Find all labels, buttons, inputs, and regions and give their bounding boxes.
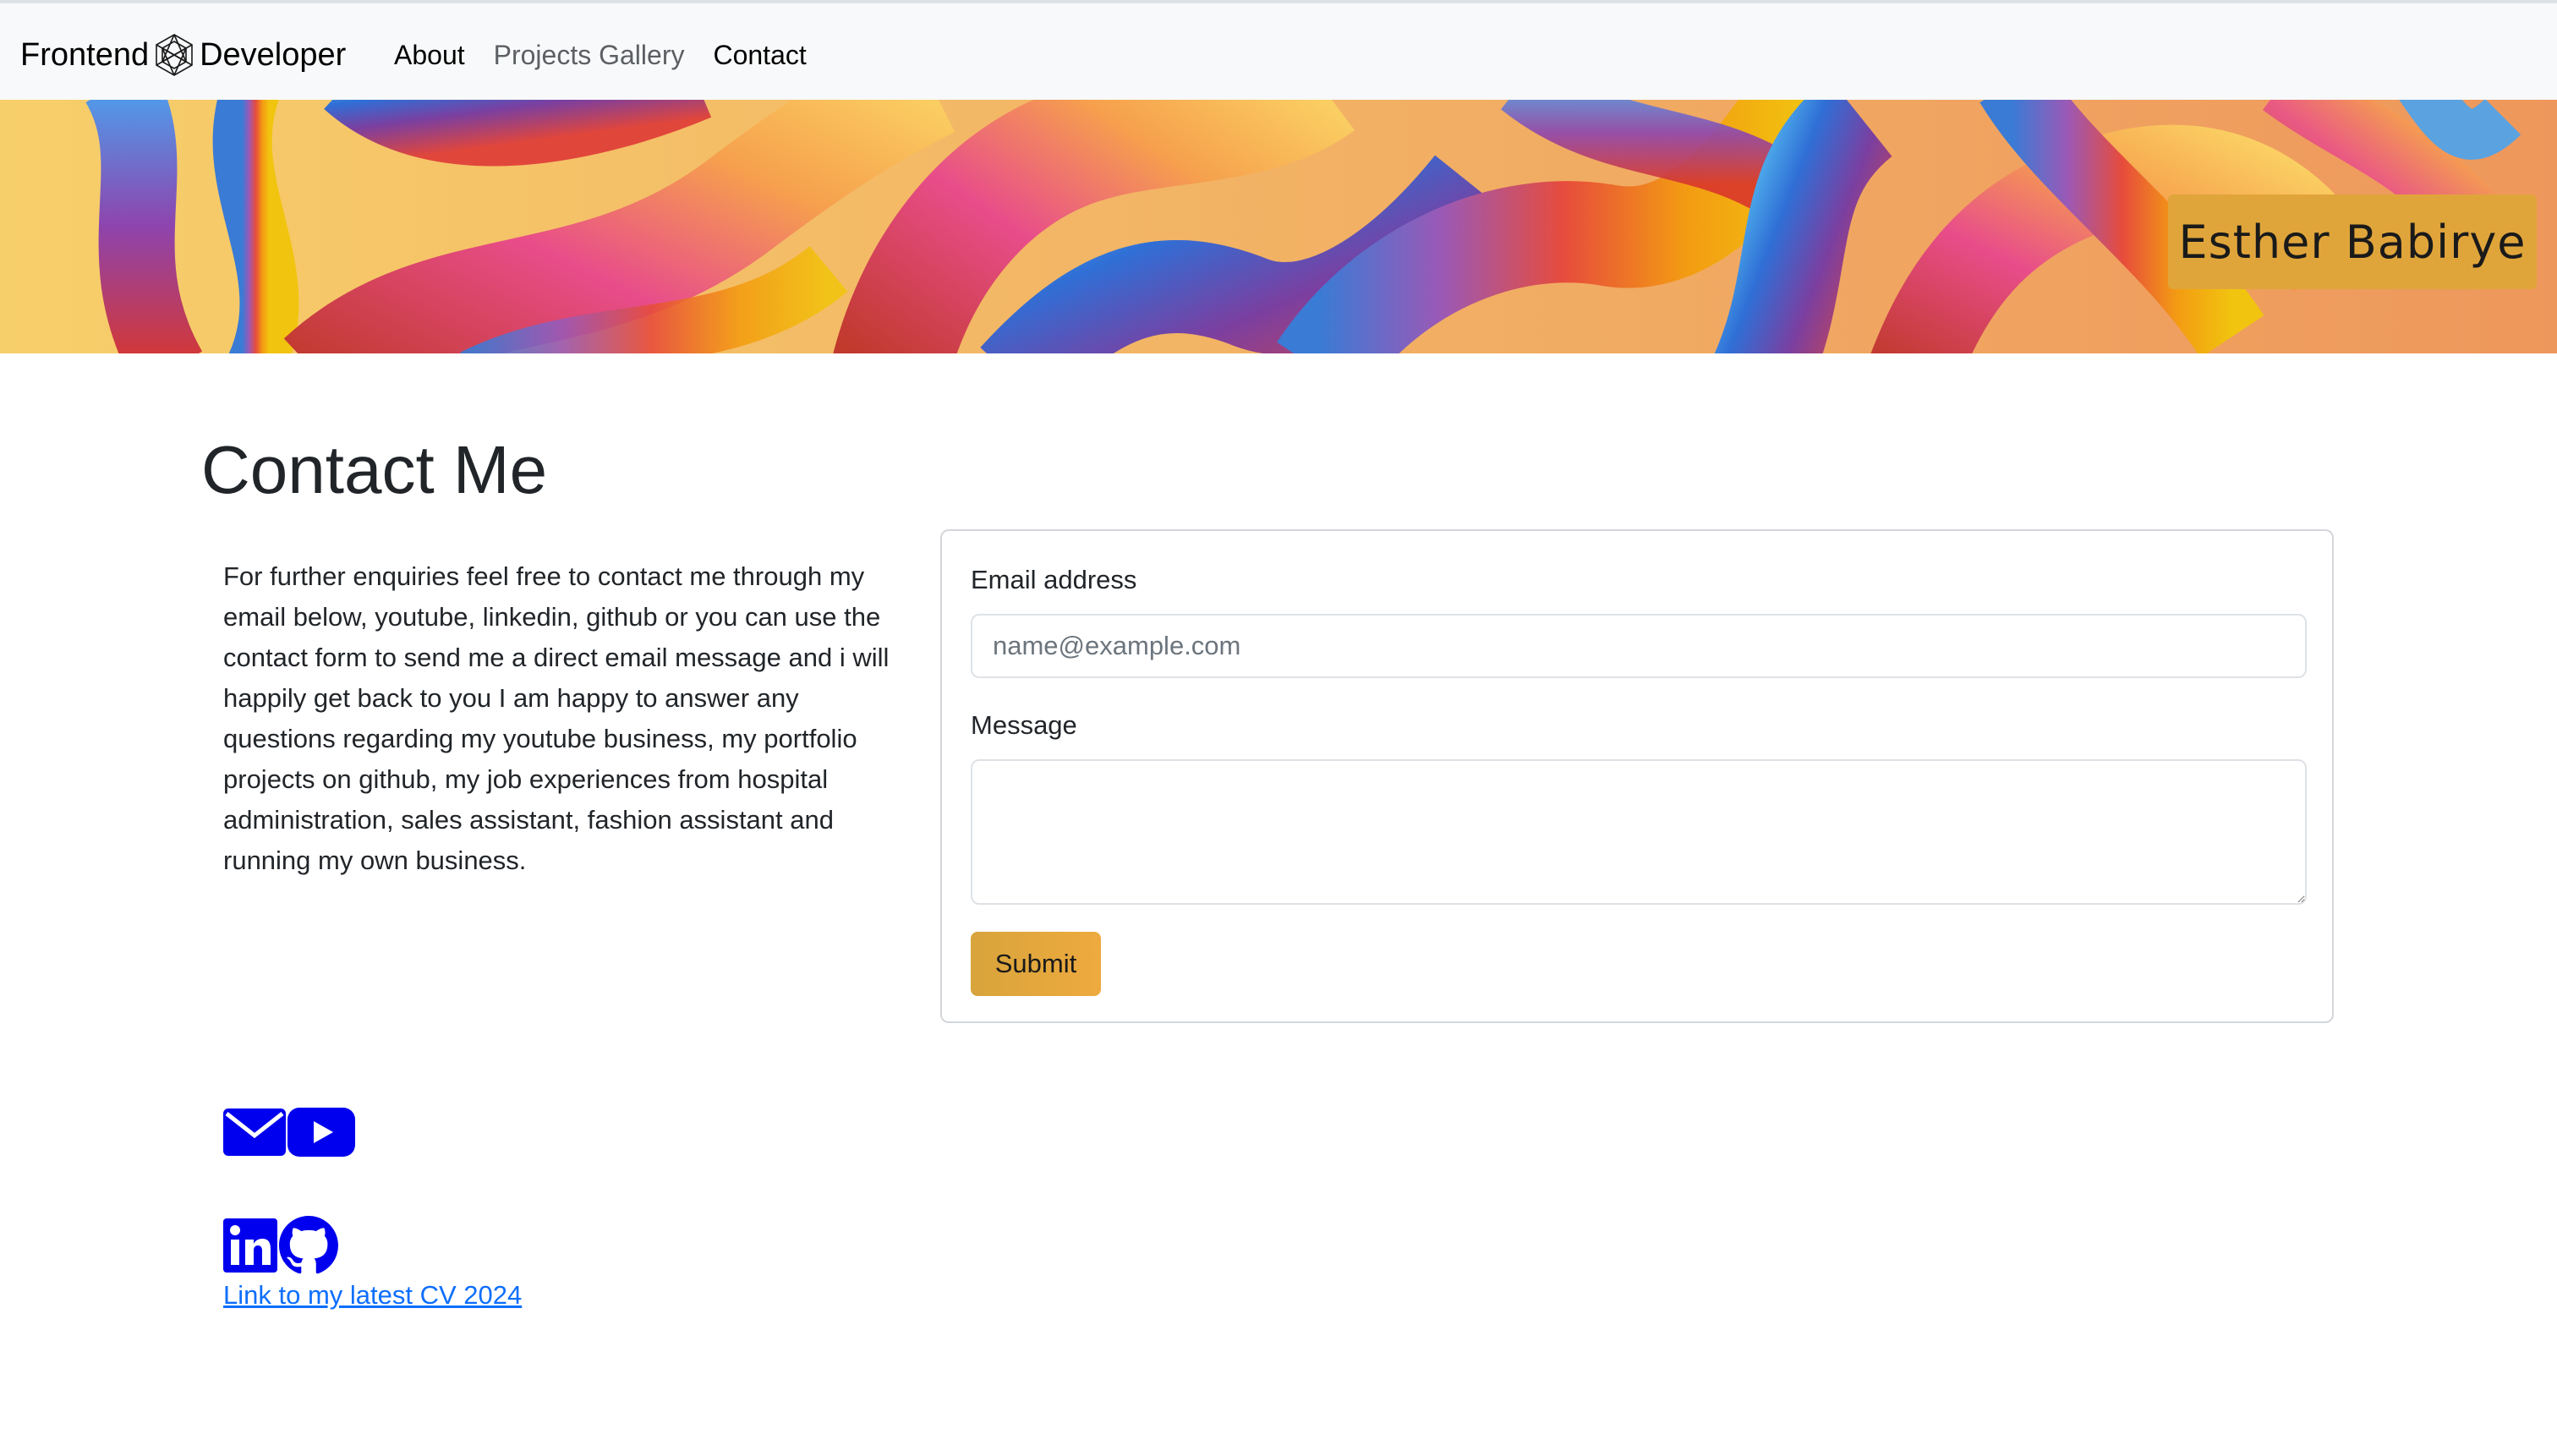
navbar: Frontend Developer About Projects Galler… <box>0 0 2557 100</box>
submit-button[interactable]: Submit <box>971 932 1101 996</box>
message-field[interactable] <box>971 759 2307 905</box>
hero-banner: Esther Babirye <box>0 100 2557 353</box>
email-icon[interactable] <box>223 1108 286 1156</box>
brand-text-developer: Developer <box>200 36 347 73</box>
brand-text-frontend: Frontend <box>20 36 150 73</box>
contact-form: Email address Message Submit <box>940 529 2334 1023</box>
message-label: Message <box>971 710 1077 740</box>
email-label: Email address <box>971 565 1137 594</box>
brand[interactable]: Frontend Developer <box>20 27 346 83</box>
nav-link-about[interactable]: About <box>394 40 465 71</box>
nav-link-projects-gallery[interactable]: Projects Gallery <box>494 40 685 71</box>
email-field[interactable] <box>971 614 2307 678</box>
nav-link-contact[interactable]: Contact <box>713 40 806 71</box>
contact-intro-text: For further enquiries feel free to conta… <box>223 561 890 875</box>
name-badge: Esther Babirye <box>2168 194 2537 289</box>
youtube-icon[interactable] <box>287 1108 355 1157</box>
nav-links: About Projects Gallery Contact <box>394 27 835 83</box>
social-row-profiles <box>223 1216 338 1275</box>
linkedin-icon[interactable] <box>223 1218 277 1273</box>
social-row-media <box>223 1108 355 1157</box>
github-icon[interactable] <box>279 1216 338 1275</box>
page-title: Contact Me <box>201 432 548 507</box>
hexagon-wireframe-logo-icon <box>156 34 193 76</box>
cv-link[interactable]: Link to my latest CV 2024 <box>223 1280 522 1311</box>
